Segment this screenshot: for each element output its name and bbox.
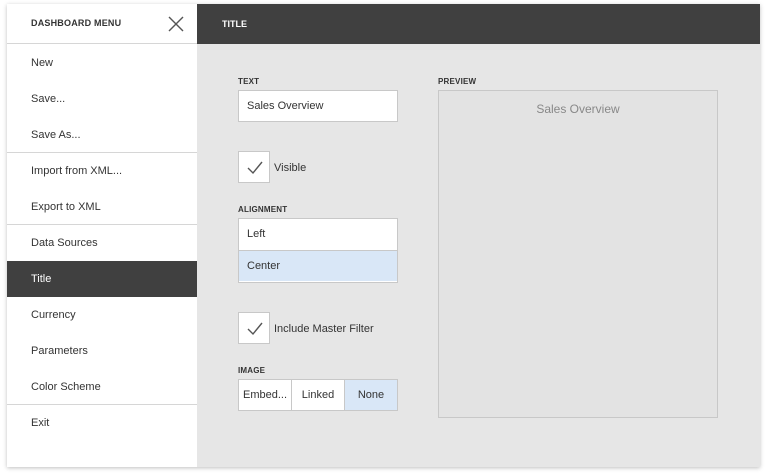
- dashboard-menu-sidebar: DASHBOARD MENU New Save... Save As... Im…: [7, 4, 197, 467]
- menu-item-save[interactable]: Save...: [7, 81, 197, 117]
- title-settings-panel: TITLE TEXT Sales Overview Visible ALIGNM…: [197, 4, 760, 467]
- menu-item-title[interactable]: Title: [7, 261, 197, 297]
- alignment-list: Left Center: [238, 218, 398, 283]
- panel-header: TITLE: [197, 4, 760, 44]
- menu-item-import-xml[interactable]: Import from XML...: [7, 153, 197, 189]
- menu-item-new[interactable]: New: [7, 45, 197, 81]
- close-x-icon: [168, 16, 184, 32]
- title-text-input[interactable]: Sales Overview: [238, 90, 398, 122]
- close-button[interactable]: [167, 15, 185, 33]
- image-option-none[interactable]: None: [345, 380, 397, 410]
- include-master-filter-label: Include Master Filter: [274, 323, 374, 335]
- title-preview: Sales Overview: [438, 90, 718, 418]
- text-label: TEXT: [238, 77, 260, 86]
- alignment-option-left[interactable]: Left: [239, 219, 397, 250]
- visible-checkbox[interactable]: [238, 151, 270, 183]
- image-option-linked[interactable]: Linked: [292, 380, 345, 410]
- checkmark-icon: [247, 322, 263, 336]
- checkmark-icon: [247, 161, 263, 175]
- alignment-option-center[interactable]: Center: [239, 250, 397, 281]
- menu-item-color-scheme[interactable]: Color Scheme: [7, 369, 197, 405]
- panel-title: TITLE: [222, 19, 247, 29]
- image-mode-selector: Embed... Linked None: [238, 379, 398, 411]
- menu-item-data-sources[interactable]: Data Sources: [7, 225, 197, 261]
- include-master-filter-checkbox[interactable]: [238, 312, 270, 344]
- preview-label: PREVIEW: [438, 77, 477, 86]
- dashboard-window: DASHBOARD MENU New Save... Save As... Im…: [7, 4, 760, 467]
- image-label: IMAGE: [238, 366, 266, 375]
- sidebar-title: DASHBOARD MENU: [31, 18, 122, 28]
- sidebar-header: DASHBOARD MENU: [7, 4, 197, 44]
- menu-item-currency[interactable]: Currency: [7, 297, 197, 333]
- preview-title-text: Sales Overview: [536, 102, 620, 116]
- menu-item-save-as[interactable]: Save As...: [7, 117, 197, 153]
- visible-label: Visible: [274, 162, 307, 174]
- alignment-label: ALIGNMENT: [238, 205, 288, 214]
- menu-item-exit[interactable]: Exit: [7, 405, 197, 441]
- image-option-embed[interactable]: Embed...: [239, 380, 292, 410]
- menu-item-export-xml[interactable]: Export to XML: [7, 189, 197, 225]
- menu-item-parameters[interactable]: Parameters: [7, 333, 197, 369]
